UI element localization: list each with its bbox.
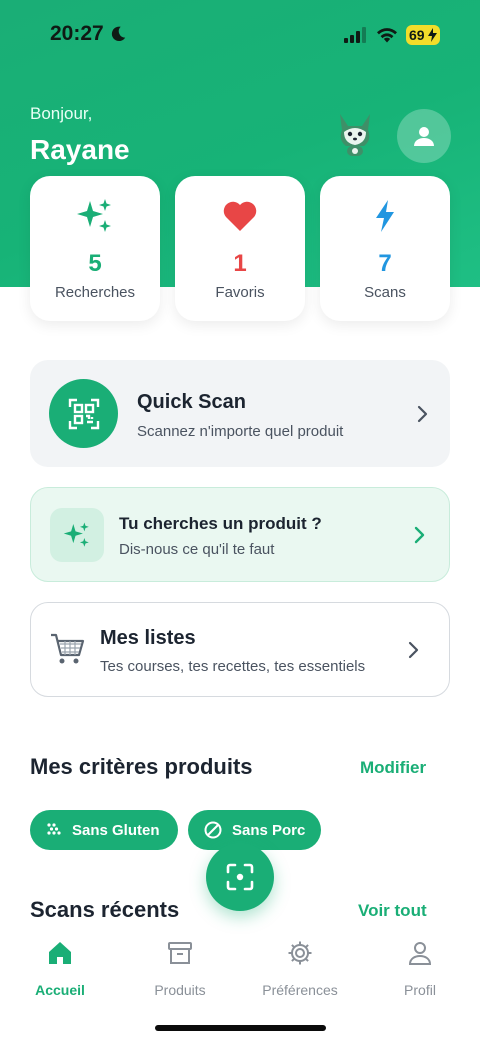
home-icon: [49, 942, 71, 964]
tab-preferences[interactable]: Préférences: [240, 940, 360, 998]
tab-label: Produits: [154, 982, 206, 998]
recent-scans-title: Scans récents: [30, 897, 180, 922]
chevron-right-icon: [414, 526, 425, 544]
user-icon: [408, 942, 432, 965]
quick-scan-subtitle: Scannez n'importe quel produit: [137, 423, 344, 440]
heart-icon: [220, 196, 260, 236]
quick-scan-title: Quick Scan: [137, 391, 246, 413]
ask-product-title: Tu cherches un produit ?: [119, 514, 322, 533]
criteria-section-title: Mes critères produits: [30, 754, 253, 779]
battery-level: 69: [409, 27, 425, 43]
qr-code-icon: [49, 379, 118, 448]
sparkles-icon: [50, 508, 104, 562]
profile-avatar-button[interactable]: [397, 109, 451, 163]
user-icon: [414, 127, 434, 146]
tab-label: Accueil: [35, 982, 85, 998]
battery-indicator: 69: [406, 25, 440, 45]
my-lists-title: Mes listes: [100, 627, 196, 649]
tab-profile[interactable]: Profil: [360, 940, 480, 998]
my-lists-card[interactable]: Mes listes Tes courses, tes recettes, te…: [30, 602, 450, 697]
stat-card-scans[interactable]: 7 Scans: [320, 176, 450, 321]
stat-label-searches: Recherches: [54, 284, 136, 301]
tab-home[interactable]: Accueil: [0, 940, 120, 998]
stat-value-favorites: 1: [233, 250, 247, 277]
user-name: Rayane: [30, 134, 130, 165]
tab-label: Préférences: [262, 982, 338, 998]
chevron-right-icon: [408, 641, 419, 659]
ask-product-card[interactable]: Tu cherches un produit ? Dis-nous ce qu'…: [30, 487, 450, 582]
stat-value-scans: 7: [378, 250, 392, 277]
tab-label: Profil: [404, 982, 436, 998]
fox-mascot-icon: [340, 114, 370, 156]
chip-label: Sans Gluten: [72, 821, 160, 839]
no-symbol-icon: [204, 821, 222, 839]
cellular-signal-icon: [344, 27, 366, 43]
ask-product-subtitle: Dis-nous ce qu'il te faut: [119, 541, 275, 558]
home-indicator: [155, 1025, 326, 1031]
stat-card-searches[interactable]: 5 Recherches: [30, 176, 160, 321]
chip-label: Sans Porc: [232, 821, 306, 839]
scan-fab-button[interactable]: [206, 843, 274, 911]
stat-value-searches: 5: [88, 250, 102, 277]
shopping-cart-icon: [51, 633, 85, 664]
sparkles-icon: [75, 196, 115, 236]
tab-products[interactable]: Produits: [120, 940, 240, 998]
chevron-right-icon: [417, 405, 428, 423]
criteria-chip-gluten-free[interactable]: Sans Gluten: [30, 810, 178, 850]
stat-label-favorites: Favoris: [215, 284, 265, 301]
quick-scan-card[interactable]: Quick Scan Scannez n'importe quel produi…: [30, 360, 450, 467]
greeting-text: Bonjour,: [30, 104, 93, 123]
stat-label-scans: Scans: [364, 284, 406, 301]
status-time: 20:27: [50, 22, 104, 45]
scan-frame-icon: [226, 863, 254, 891]
stat-card-favorites[interactable]: 1 Favoris: [175, 176, 305, 321]
gear-icon: [288, 941, 312, 965]
see-all-scans-link[interactable]: Voir tout: [358, 901, 427, 921]
criteria-chip-no-pork[interactable]: Sans Porc: [188, 810, 321, 850]
charging-bolt-icon: [428, 28, 437, 42]
my-lists-subtitle: Tes courses, tes recettes, tes essentiel…: [100, 658, 366, 675]
archive-box-icon: [168, 942, 192, 964]
moon-icon: [111, 26, 126, 42]
wifi-icon: [377, 28, 397, 43]
edit-criteria-link[interactable]: Modifier: [360, 758, 426, 778]
gluten-free-icon: [47, 823, 61, 835]
status-bar: 20:27 69: [0, 0, 480, 70]
lightning-icon: [365, 196, 405, 236]
